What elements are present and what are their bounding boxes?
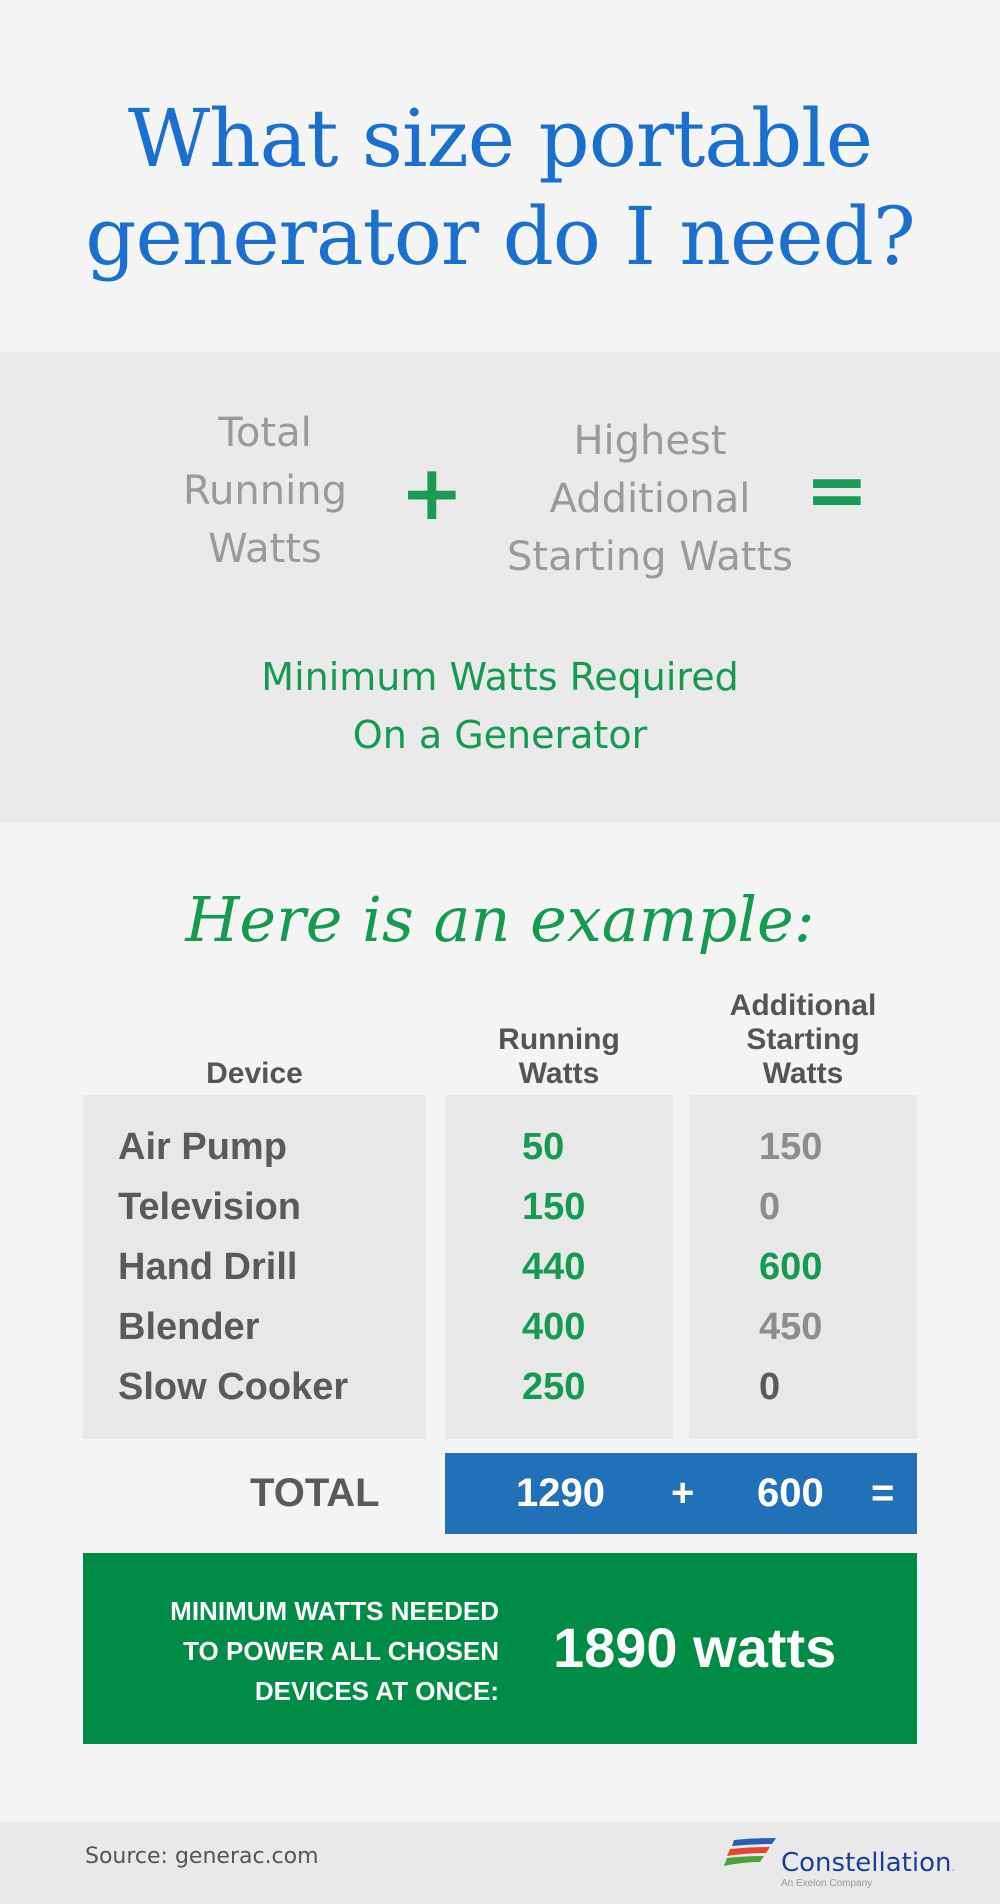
- term1-line: Running: [183, 468, 347, 514]
- brand-wordmark: Constellation: [781, 1848, 952, 1878]
- equals-icon: =: [871, 1471, 895, 1515]
- page-title: What size portable generator do I need?: [0, 90, 1000, 286]
- result-label-line: DEVICES AT ONCE:: [254, 1676, 499, 1706]
- result-label: MINIMUM WATTS NEEDED TO POWER ALL CHOSEN…: [170, 1591, 499, 1711]
- formula-term-highest-additional-starting-watts: Highest Additional Starting Watts: [470, 412, 830, 586]
- running-watts-value: 150: [522, 1186, 586, 1228]
- additional-watts-value: 0: [759, 1186, 781, 1228]
- brand-tagline: An Exelon Company: [781, 1878, 873, 1889]
- additional-watts-value: 150: [759, 1126, 823, 1168]
- running-total: 1290: [516, 1471, 605, 1515]
- result-value: 1890 watts: [553, 1616, 837, 1679]
- running-watts-value: 400: [522, 1306, 586, 1348]
- result-line: On a Generator: [352, 713, 648, 757]
- example-heading: Here is an example:: [185, 883, 815, 956]
- device-name: Slow Cooker: [118, 1366, 349, 1408]
- running-watts-value: 440: [522, 1246, 586, 1288]
- column-header-running-watts: Running Watts: [445, 1023, 673, 1091]
- term1-line: Watts: [208, 526, 322, 572]
- header-line: Watts: [518, 1057, 600, 1090]
- total-label: TOTAL: [250, 1471, 380, 1515]
- totals-bar: 1290 + 600 =: [445, 1453, 917, 1534]
- column-header-additional-starting-watts: Additional Starting Watts: [689, 989, 917, 1091]
- result-line: Minimum Watts Required: [261, 655, 739, 699]
- brand-name: Constellation.: [781, 1848, 955, 1882]
- formula-result: Minimum Watts Required On a Generator: [0, 648, 1000, 764]
- term2-line: Additional: [549, 476, 751, 522]
- result-label-line: MINIMUM WATTS NEEDED: [170, 1596, 499, 1626]
- equals-icon: =: [805, 445, 869, 534]
- source-credit: Source: generac.com: [85, 1844, 319, 1869]
- column-header-device: Device: [206, 1057, 303, 1090]
- plus-icon: +: [400, 448, 464, 537]
- brand-dot: .: [951, 1860, 956, 1874]
- device-name: Blender: [118, 1306, 260, 1348]
- header-line: Starting: [746, 1023, 860, 1056]
- plus-icon: +: [671, 1471, 695, 1515]
- running-watts-value: 250: [522, 1366, 586, 1408]
- term2-line: Starting Watts: [507, 534, 793, 580]
- device-name: Air Pump: [118, 1126, 287, 1168]
- title-line-1: What size portable: [127, 92, 873, 185]
- minimum-watts-result-box: MINIMUM WATTS NEEDED TO POWER ALL CHOSEN…: [83, 1553, 917, 1744]
- additional-watts-value-highest: 600: [759, 1246, 823, 1288]
- result-label-line: TO POWER ALL CHOSEN: [183, 1636, 499, 1666]
- header-line: Additional: [729, 989, 877, 1022]
- additional-watts-value: 450: [759, 1306, 823, 1348]
- header-line: Watts: [762, 1057, 844, 1090]
- term2-line: Highest: [573, 418, 727, 464]
- highest-additional-total: 600: [757, 1471, 824, 1515]
- device-name: Television: [118, 1186, 302, 1228]
- additional-watts-value: 0: [759, 1366, 781, 1408]
- term1-line: Total: [218, 410, 312, 456]
- title-line-2: generator do I need?: [85, 190, 916, 283]
- device-name: Hand Drill: [118, 1246, 298, 1288]
- running-watts-value: 50: [522, 1126, 565, 1168]
- header-line: Running: [498, 1023, 620, 1056]
- constellation-logo-icon: [724, 1838, 776, 1873]
- formula-term-total-running-watts: Total Running Watts: [150, 404, 380, 578]
